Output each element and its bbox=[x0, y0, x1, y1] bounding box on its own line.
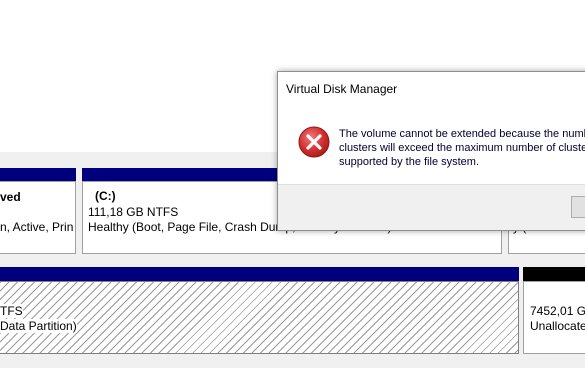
dialog-title: Virtual Disk Manager bbox=[286, 82, 398, 96]
dialog-footer bbox=[278, 184, 585, 230]
partition-unallocated[interactable]: 7452,01 GB Unallocated bbox=[523, 281, 585, 354]
error-icon bbox=[298, 126, 330, 158]
ok-button[interactable]: OK bbox=[571, 196, 585, 218]
error-dialog: Virtual Disk Manager The volume cannot b… bbox=[277, 71, 585, 231]
partition-left-status: n, Active, Prin bbox=[0, 220, 74, 234]
partition-bar-data bbox=[0, 267, 519, 281]
partition-c-name: (C:) bbox=[95, 189, 116, 203]
dialog-message-line-3: supported by the file system. bbox=[339, 156, 480, 168]
partition-c-size: 111,18 GB NTFS bbox=[88, 205, 179, 219]
dialog-message-line-2: clusters will exceed the maximum number … bbox=[339, 142, 585, 154]
unallocated-size: 7452,01 GB bbox=[530, 304, 585, 318]
unallocated-bar bbox=[523, 267, 585, 281]
partition-data-fs: TFS bbox=[0, 304, 23, 318]
partition-bar-left bbox=[0, 168, 76, 181]
partition-left[interactable]: ved n, Active, Prin bbox=[0, 181, 76, 254]
partition-data-status: Data Partition) bbox=[0, 319, 77, 333]
unallocated-status: Unallocated bbox=[530, 319, 585, 333]
partition-data[interactable]: TFS Data Partition) bbox=[0, 281, 519, 354]
partition-left-label: ved bbox=[0, 190, 21, 204]
dialog-message-line-1: The volume cannot be extended because th… bbox=[339, 128, 585, 140]
